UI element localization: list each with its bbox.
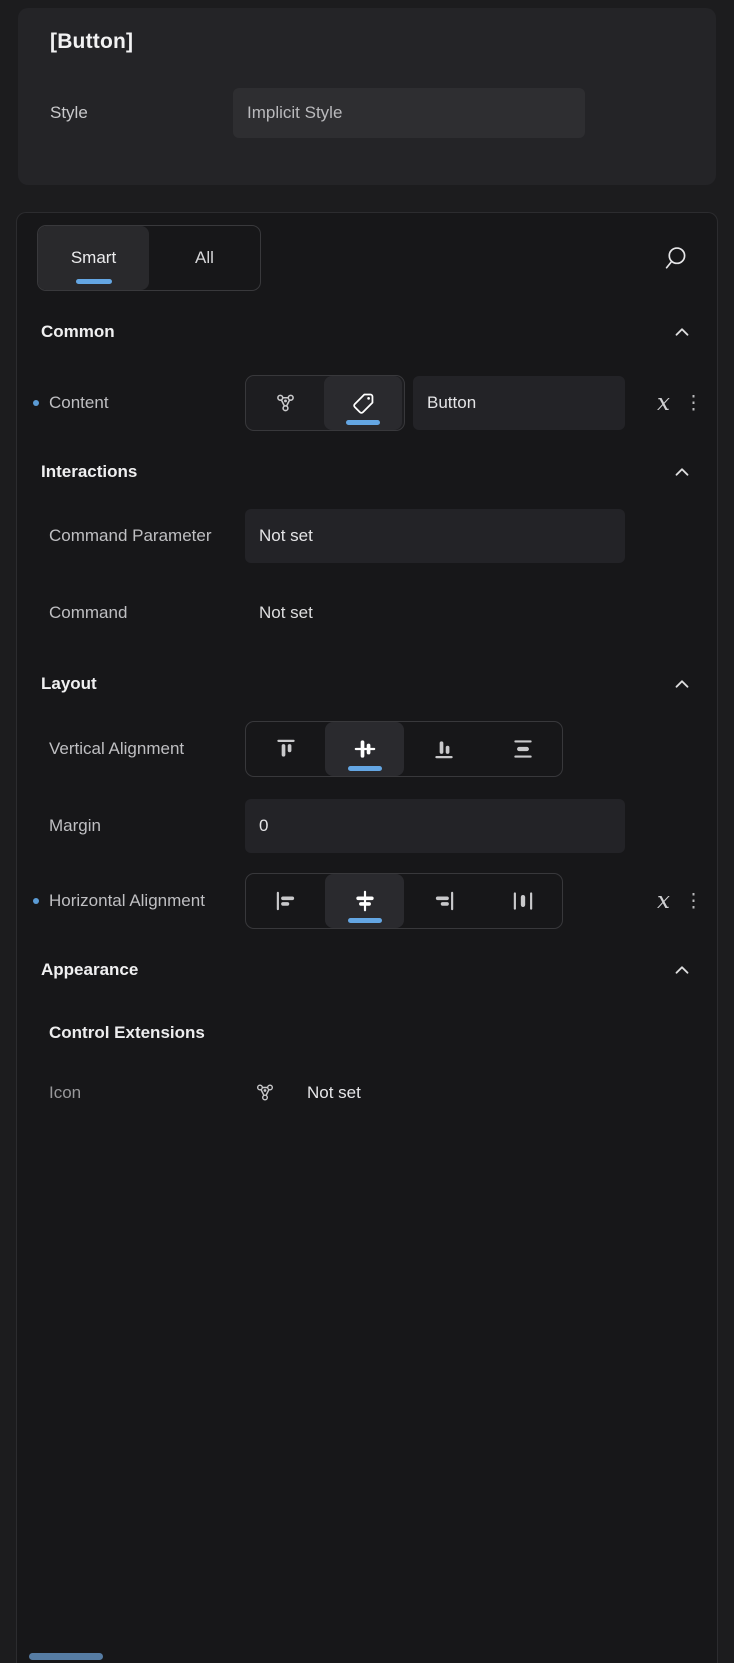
content-row-extras: x ⋮ — [657, 392, 703, 415]
tab-all-label: All — [195, 248, 214, 268]
vertical-alignment-row: Vertical Alignment — [41, 721, 703, 777]
style-label: Style — [50, 103, 233, 123]
horizontal-alignment-label: Horizontal Alignment — [49, 887, 245, 914]
active-halign-indicator — [348, 918, 382, 923]
selected-element-card: [Button] Style — [18, 8, 716, 185]
tab-all[interactable]: All — [149, 226, 260, 290]
halign-right-button[interactable] — [404, 874, 483, 928]
content-mode-toggle — [245, 375, 405, 431]
resource-picker-icon — [253, 1081, 277, 1105]
section-header-layout: Layout — [33, 669, 701, 699]
resource-picker-icon — [273, 391, 298, 416]
style-input[interactable] — [233, 88, 585, 138]
horizontal-scrollbar-thumb[interactable] — [29, 1653, 103, 1660]
valign-bottom-button[interactable] — [404, 722, 483, 776]
align-top-icon — [273, 736, 299, 762]
tabs-row: Smart All — [37, 225, 691, 291]
section-title-interactions: Interactions — [41, 462, 137, 482]
binding-x-button[interactable]: x — [657, 392, 670, 415]
property-inspector: Smart All Common Content — [16, 212, 718, 1663]
icon-value[interactable]: Not set — [307, 1083, 361, 1103]
content-mode-resource-button[interactable] — [246, 376, 324, 430]
content-mode-literal-button[interactable] — [324, 376, 402, 430]
modified-indicator-dot — [33, 400, 39, 406]
valign-top-button[interactable] — [246, 722, 325, 776]
horizontal-alignment-row: Horizontal Alignment — [41, 873, 703, 929]
section-title-appearance: Appearance — [41, 960, 138, 980]
valign-stretch-button[interactable] — [483, 722, 562, 776]
icon-row: Icon Not set — [41, 1073, 703, 1113]
command-parameter-row: Command Parameter — [41, 509, 703, 563]
tab-smart[interactable]: Smart — [38, 226, 149, 290]
collapse-layout-button[interactable] — [671, 673, 693, 695]
chevron-up-icon — [671, 461, 693, 483]
search-icon — [664, 245, 691, 272]
more-options-button[interactable]: ⋮ — [684, 892, 703, 911]
section-title-layout: Layout — [41, 674, 97, 694]
icon-resource-button[interactable] — [253, 1081, 277, 1105]
content-value-input[interactable] — [413, 376, 625, 430]
collapse-appearance-button[interactable] — [671, 959, 693, 981]
vertical-alignment-toggle — [245, 721, 563, 777]
chevron-up-icon — [671, 959, 693, 981]
tag-icon — [351, 391, 376, 416]
subsection-title-control-extensions: Control Extensions — [49, 1023, 717, 1043]
align-vertical-stretch-icon — [510, 736, 536, 762]
halign-row-extras: x ⋮ — [657, 890, 703, 913]
align-right-icon — [431, 888, 457, 914]
binding-x-button[interactable]: x — [657, 890, 670, 913]
vertical-alignment-label: Vertical Alignment — [49, 735, 245, 762]
chevron-up-icon — [671, 673, 693, 695]
align-horizontal-stretch-icon — [510, 888, 536, 914]
command-label: Command — [49, 599, 245, 626]
command-parameter-label: Command Parameter — [49, 522, 245, 549]
halign-left-button[interactable] — [246, 874, 325, 928]
icon-label: Icon — [49, 1079, 245, 1106]
align-bottom-icon — [431, 736, 457, 762]
halign-stretch-button[interactable] — [483, 874, 562, 928]
style-row: Style — [50, 88, 684, 138]
content-row: Content x ⋮ — [41, 375, 703, 431]
margin-label: Margin — [49, 812, 245, 839]
align-vertical-center-icon — [352, 736, 378, 762]
properties-panel: { "colors": { "accent": "#64a6e3", "modi… — [0, 0, 734, 1663]
command-row: Command Not set — [41, 593, 703, 633]
section-header-common: Common — [33, 317, 701, 347]
active-mode-indicator — [346, 420, 380, 425]
halign-center-button[interactable] — [325, 874, 404, 928]
section-title-common: Common — [41, 322, 115, 342]
modified-indicator-dot — [33, 898, 39, 904]
align-left-icon — [273, 888, 299, 914]
more-options-button[interactable]: ⋮ — [684, 394, 703, 413]
selected-element-title: [Button] — [50, 30, 684, 54]
active-valign-indicator — [348, 766, 382, 771]
collapse-interactions-button[interactable] — [671, 461, 693, 483]
tab-smart-label: Smart — [71, 248, 116, 268]
section-header-appearance: Appearance — [33, 955, 701, 985]
margin-row: Margin — [41, 799, 703, 853]
section-header-interactions: Interactions — [33, 457, 701, 487]
property-view-tab-group: Smart All — [37, 225, 261, 291]
content-label: Content — [49, 389, 245, 416]
margin-input[interactable] — [245, 799, 625, 853]
collapse-common-button[interactable] — [671, 321, 693, 343]
active-tab-indicator — [76, 279, 112, 284]
valign-center-button[interactable] — [325, 722, 404, 776]
command-value[interactable]: Not set — [245, 603, 313, 623]
search-button[interactable] — [664, 245, 691, 272]
horizontal-alignment-toggle — [245, 873, 563, 929]
command-parameter-input[interactable] — [245, 509, 625, 563]
chevron-up-icon — [671, 321, 693, 343]
align-horizontal-center-icon — [352, 888, 378, 914]
